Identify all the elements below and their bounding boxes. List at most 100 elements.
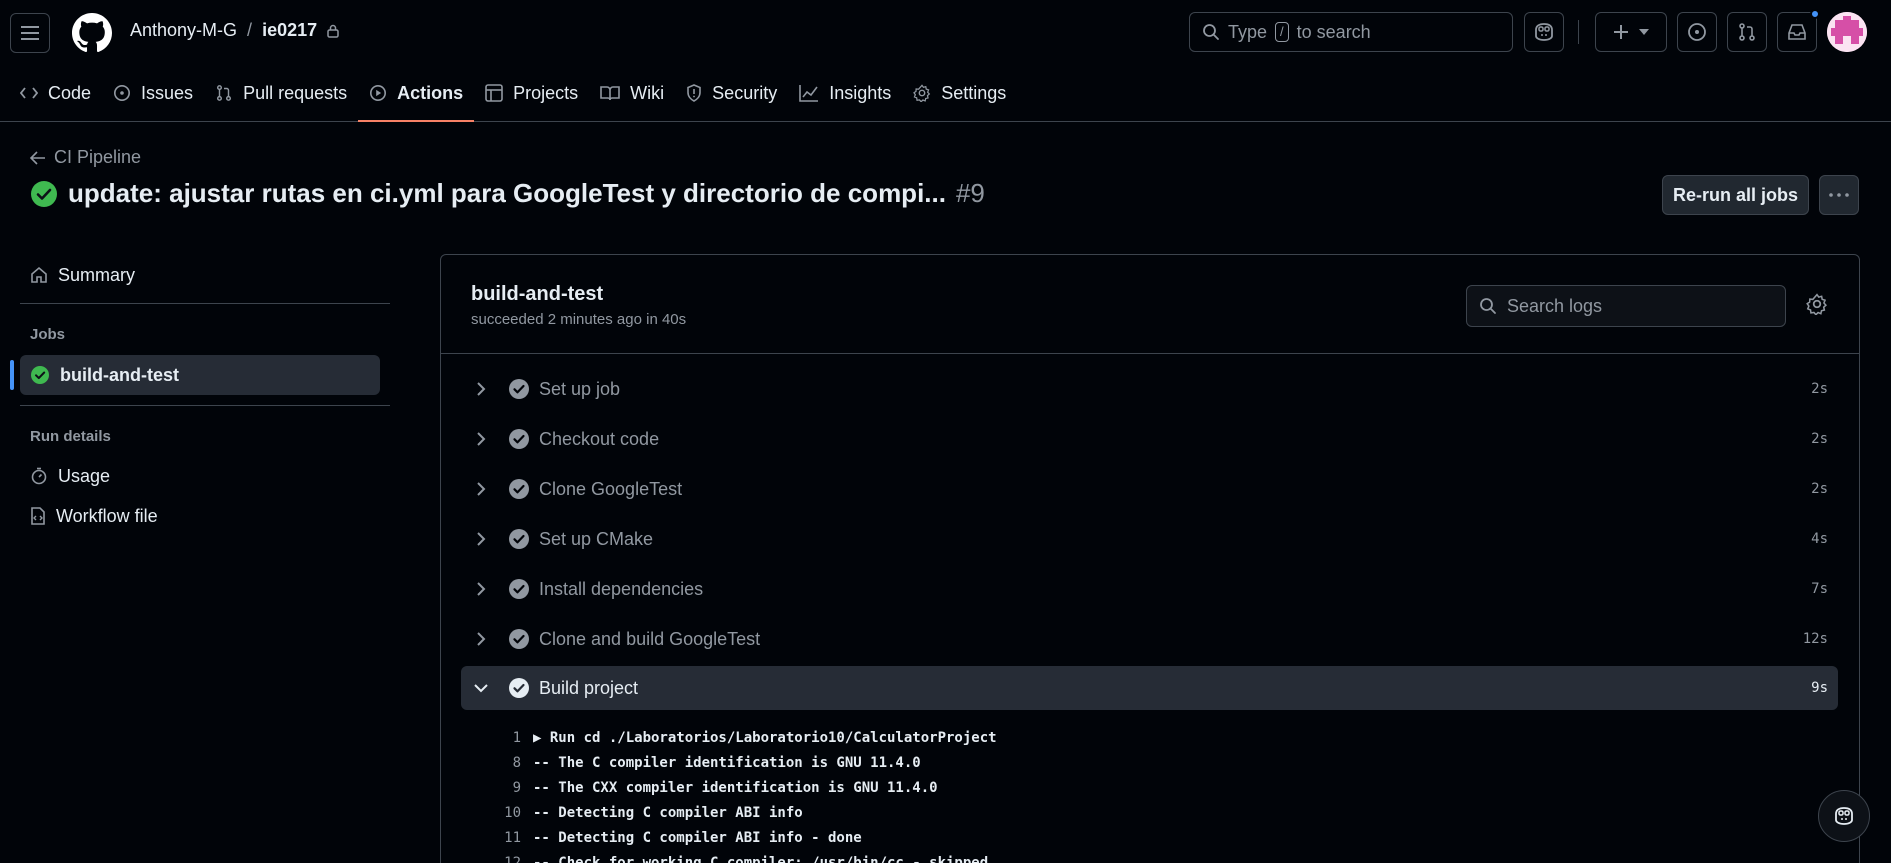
tab-label: Wiki bbox=[630, 82, 665, 103]
play-icon bbox=[370, 84, 387, 102]
repo-link[interactable]: ie0217 bbox=[262, 20, 317, 41]
owner-link[interactable]: Anthony-M-G bbox=[130, 20, 237, 41]
more-options-button[interactable] bbox=[1819, 175, 1859, 215]
jobs-heading: Jobs bbox=[30, 326, 66, 343]
tab-label: Security bbox=[712, 82, 778, 103]
log-line-number: 9 bbox=[512, 779, 521, 796]
kebab-horizontal-icon bbox=[1829, 193, 1849, 197]
log-line: 10 -- Detecting C compiler ABI info bbox=[481, 800, 803, 825]
tab-insights[interactable]: Insights bbox=[788, 70, 902, 116]
chevron-right-icon bbox=[477, 432, 486, 446]
log-line-text: -- The C compiler identification is GNU … bbox=[533, 754, 921, 771]
home-icon bbox=[31, 266, 47, 283]
sidebar-item-usage[interactable]: Usage bbox=[20, 456, 380, 496]
step-name: Build project bbox=[539, 677, 639, 698]
step-duration: 9s bbox=[1811, 680, 1828, 696]
log-line-number: 1 bbox=[512, 729, 521, 746]
step-name: Set up CMake bbox=[539, 528, 654, 549]
log-line-text: ▶ Run cd ./Laboratorios/Laboratorio10/Ca… bbox=[533, 729, 997, 746]
file-code-icon bbox=[31, 507, 45, 525]
repo-nav-tabs: Code Issues Pull requests Actions Projec… bbox=[0, 70, 1017, 122]
tab-label: Settings bbox=[941, 82, 1007, 103]
book-icon bbox=[600, 86, 620, 101]
copilot-chat-button[interactable] bbox=[1818, 790, 1870, 842]
step-duration: 7s bbox=[1811, 581, 1828, 597]
workflow-back-link[interactable]: CI Pipeline bbox=[30, 147, 141, 168]
notifications-button[interactable] bbox=[1777, 9, 1820, 52]
tab-actions[interactable]: Actions bbox=[358, 70, 475, 122]
log-line: 8 -- The C compiler identification is GN… bbox=[481, 750, 921, 775]
user-avatar[interactable] bbox=[1827, 12, 1867, 52]
copilot-button[interactable] bbox=[1524, 12, 1564, 52]
rerun-all-jobs-button[interactable]: Re-run all jobs bbox=[1662, 175, 1809, 215]
log-line-text: -- Detecting C compiler ABI info - done bbox=[533, 829, 862, 846]
menu-button[interactable] bbox=[10, 13, 50, 53]
check-circle-icon bbox=[509, 479, 529, 499]
log-line[interactable]: 1 ▶ Run cd ./Laboratorios/Laboratorio10/… bbox=[481, 725, 997, 750]
search-logs-input[interactable]: Search logs bbox=[1466, 285, 1786, 327]
step-row[interactable]: Clone GoogleTest 2s bbox=[461, 467, 1838, 511]
log-settings-button[interactable] bbox=[1806, 293, 1828, 315]
log-line-number: 12 bbox=[504, 854, 521, 863]
chevron-right-icon bbox=[477, 582, 486, 596]
check-circle-icon bbox=[509, 379, 529, 399]
step-duration: 2s bbox=[1811, 481, 1828, 497]
breadcrumb-separator: / bbox=[247, 20, 253, 40]
create-new-button[interactable] bbox=[1595, 12, 1667, 52]
sidebar-divider bbox=[20, 303, 390, 304]
inbox-icon bbox=[1788, 24, 1806, 40]
step-duration: 4s bbox=[1811, 531, 1828, 547]
tab-issues[interactable]: Issues bbox=[102, 70, 204, 116]
global-header: Anthony-M-G / ie0217 Type / to search Co… bbox=[0, 0, 1891, 122]
step-duration: 2s bbox=[1811, 431, 1828, 447]
tab-settings[interactable]: Settings bbox=[902, 70, 1017, 116]
your-issues-button[interactable] bbox=[1677, 12, 1717, 52]
check-circle-fill-icon bbox=[31, 180, 57, 207]
your-pull-requests-button[interactable] bbox=[1727, 12, 1767, 52]
code-icon bbox=[20, 87, 38, 99]
step-name: Checkout code bbox=[539, 428, 660, 449]
check-circle-icon bbox=[509, 579, 529, 599]
tab-security[interactable]: Security bbox=[675, 70, 788, 116]
step-name: Clone and build GoogleTest bbox=[539, 628, 761, 649]
copilot-icon bbox=[1535, 23, 1553, 41]
search-shortcut-key: / bbox=[1275, 22, 1289, 42]
step-row[interactable]: Install dependencies 7s bbox=[461, 567, 1838, 611]
step-row[interactable]: Clone and build GoogleTest 12s bbox=[461, 617, 1838, 661]
step-row-expanded[interactable]: Build project 9s bbox=[461, 666, 1838, 710]
sidebar-item-label: build-and-test bbox=[60, 364, 179, 385]
run-title-row: update: ajustar rutas en ci.yml para Goo… bbox=[30, 178, 985, 209]
tab-wiki[interactable]: Wiki bbox=[589, 70, 675, 116]
table-icon bbox=[485, 84, 503, 102]
check-circle-icon bbox=[509, 429, 529, 449]
sidebar-divider bbox=[20, 405, 390, 406]
sidebar-item-summary[interactable]: Summary bbox=[20, 255, 380, 295]
arrow-left-icon bbox=[30, 150, 45, 165]
unread-indicator bbox=[1810, 9, 1820, 19]
chevron-down-icon bbox=[474, 684, 488, 693]
github-logo[interactable] bbox=[72, 13, 112, 53]
log-line: 11 -- Detecting C compiler ABI info - do… bbox=[481, 825, 862, 850]
log-line-number: 8 bbox=[512, 754, 521, 771]
global-search-input[interactable]: Type / to search bbox=[1189, 12, 1513, 52]
header-divider bbox=[1578, 20, 1579, 44]
sidebar-item-workflow-file[interactable]: Workflow file bbox=[20, 496, 380, 536]
tab-projects[interactable]: Projects bbox=[474, 70, 589, 116]
log-line-text: -- The CXX compiler identification is GN… bbox=[533, 779, 938, 796]
active-indicator bbox=[10, 360, 14, 390]
tab-code[interactable]: Code bbox=[0, 70, 102, 116]
tab-pull-requests[interactable]: Pull requests bbox=[204, 70, 358, 116]
step-row[interactable]: Checkout code 2s bbox=[461, 417, 1838, 461]
step-row[interactable]: Set up job 2s bbox=[461, 367, 1838, 411]
tab-label: Code bbox=[48, 82, 92, 103]
search-suffix: to search bbox=[1296, 21, 1371, 42]
repo-breadcrumb: Anthony-M-G / ie0217 bbox=[130, 20, 339, 41]
shield-icon bbox=[687, 84, 701, 102]
step-row[interactable]: Set up CMake 4s bbox=[461, 517, 1838, 561]
triangle-down-icon bbox=[1639, 29, 1649, 35]
step-name: Install dependencies bbox=[539, 578, 704, 599]
tab-label: Projects bbox=[513, 82, 579, 103]
search-icon bbox=[1480, 298, 1496, 314]
step-duration: 12s bbox=[1802, 631, 1828, 647]
sidebar-item-build-and-test[interactable]: build-and-test bbox=[10, 355, 380, 395]
